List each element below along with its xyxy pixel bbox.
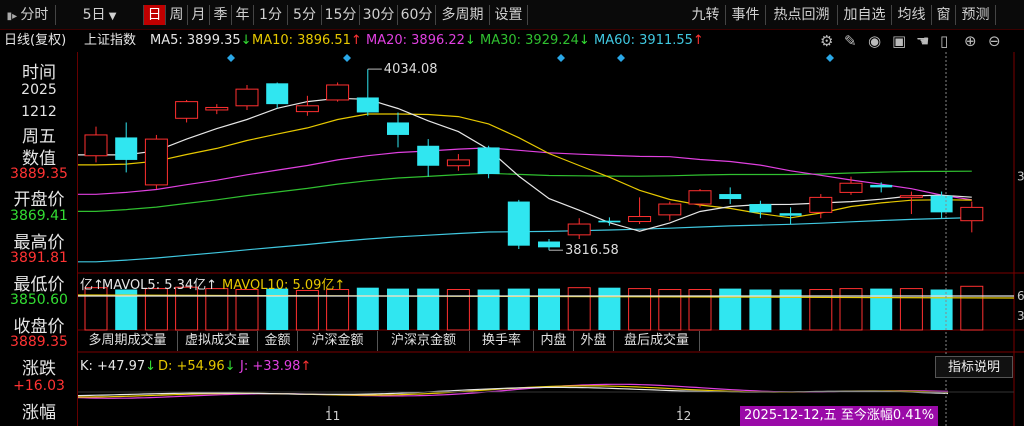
- candle-body-up: [839, 182, 863, 193]
- indicator-tab-4[interactable]: 沪深京金额: [378, 331, 470, 351]
- candle-body-down: [719, 194, 742, 200]
- indicator-tab-1[interactable]: 虚拟成交量: [178, 331, 258, 351]
- volume-bar-down: [538, 288, 560, 330]
- indicator-tab-6[interactable]: 内盘: [534, 331, 574, 351]
- candle-body-down: [266, 83, 289, 105]
- candle-body-down: [538, 241, 560, 248]
- candle-body-up: [235, 88, 259, 107]
- low-annotation: 3816.58: [565, 243, 619, 258]
- volume-bar-down: [598, 287, 621, 330]
- volume-bar-down: [266, 288, 289, 330]
- event-marker-icon: [557, 54, 565, 62]
- volume-axis-tick: 3: [1017, 309, 1024, 323]
- date-badge: 2025-12-12,五 至今涨幅0.41%: [740, 406, 939, 426]
- candle-body-down: [387, 122, 409, 135]
- candle-body-up: [899, 195, 923, 198]
- candle-body-down: [356, 97, 379, 113]
- volume-bar-down: [387, 288, 409, 330]
- candle-body-down: [507, 201, 530, 246]
- volume-bar-up: [84, 287, 108, 331]
- volume-bar-up: [205, 288, 229, 331]
- indicator-tab-0[interactable]: 多周期成交量: [78, 331, 178, 351]
- volume-bar-down: [356, 287, 379, 330]
- volume-bar-up: [175, 286, 199, 331]
- volume-unit-label: 亿↑: [80, 278, 104, 293]
- mavol5-label: MAVOL5: 5.34亿↑: [102, 278, 217, 293]
- candle-body-down: [598, 220, 621, 223]
- indicator-tab-3[interactable]: 沪深金额: [298, 331, 378, 351]
- x-axis-tick-label: 12: [676, 409, 691, 423]
- volume-bar-up: [899, 288, 923, 331]
- volume-bar-up: [567, 287, 591, 331]
- kdj-k-trend-arrow: ↓: [145, 359, 157, 374]
- x-axis-tick-label: 11: [325, 409, 340, 423]
- indicator-tab-5[interactable]: 换手率: [470, 331, 534, 351]
- kdj-d-trend-arrow: ↓: [224, 359, 236, 374]
- indicator-tab-2[interactable]: 金额: [258, 331, 298, 351]
- event-marker-icon: [343, 54, 351, 62]
- candle-body-down: [115, 137, 138, 160]
- candle-body-up: [628, 216, 652, 223]
- kdj-j-trend-arrow: ↑: [300, 359, 312, 374]
- candle-body-up: [326, 84, 350, 101]
- kdj-k-value: K: +47.97↓: [80, 359, 157, 374]
- candle-body-down: [870, 184, 893, 188]
- indicator-tabs: 多周期成交量 虚拟成交量 金额 沪深金额 沪深京金额 换手率 内盘 外盘 盘后成交量: [78, 330, 1024, 352]
- candle-body-up: [144, 138, 168, 186]
- candle-body-down: [779, 213, 802, 216]
- candle-body-up: [84, 134, 108, 157]
- candle-body-down: [749, 204, 772, 213]
- kdj-d-value: D: +54.96↓: [158, 359, 236, 374]
- high-annotation: 4034.08: [384, 62, 438, 77]
- candle-body-up: [446, 159, 470, 167]
- candle-body-up: [688, 190, 712, 205]
- volume-bar-down: [417, 288, 440, 330]
- candle-body-up: [960, 206, 984, 222]
- event-marker-icon: [617, 54, 625, 62]
- candle-body-up: [295, 105, 319, 113]
- candle-body-down: [417, 145, 440, 166]
- indicator-tab-8[interactable]: 盘后成交量: [614, 331, 700, 351]
- candle-body-down: [930, 195, 953, 213]
- price-axis-tick: 3: [1017, 170, 1024, 184]
- candle-body-up: [658, 203, 682, 216]
- volume-bar-down: [870, 288, 893, 330]
- indicator-explain-button[interactable]: 指标说明: [935, 356, 1013, 378]
- indicator-tab-7[interactable]: 外盘: [574, 331, 614, 351]
- candle-body-down: [477, 147, 500, 175]
- event-marker-icon: [826, 54, 834, 62]
- kdj-j-value: J: +33.98↑: [240, 359, 312, 374]
- mavol10-label: MAVOL10: 5.09亿↑: [222, 278, 345, 293]
- volume-bar-down: [719, 288, 742, 330]
- candle-body-up: [175, 101, 199, 119]
- candle-body-up: [809, 196, 833, 213]
- volume-bar-down: [507, 288, 530, 330]
- candle-body-up: [567, 223, 591, 236]
- volume-bar-up: [628, 288, 652, 331]
- event-marker-icon: [227, 54, 235, 62]
- volume-bar-up: [960, 285, 984, 331]
- candle-body-up: [205, 106, 229, 111]
- volume-axis-tick: 6: [1017, 289, 1024, 303]
- volume-bar-up: [839, 288, 863, 331]
